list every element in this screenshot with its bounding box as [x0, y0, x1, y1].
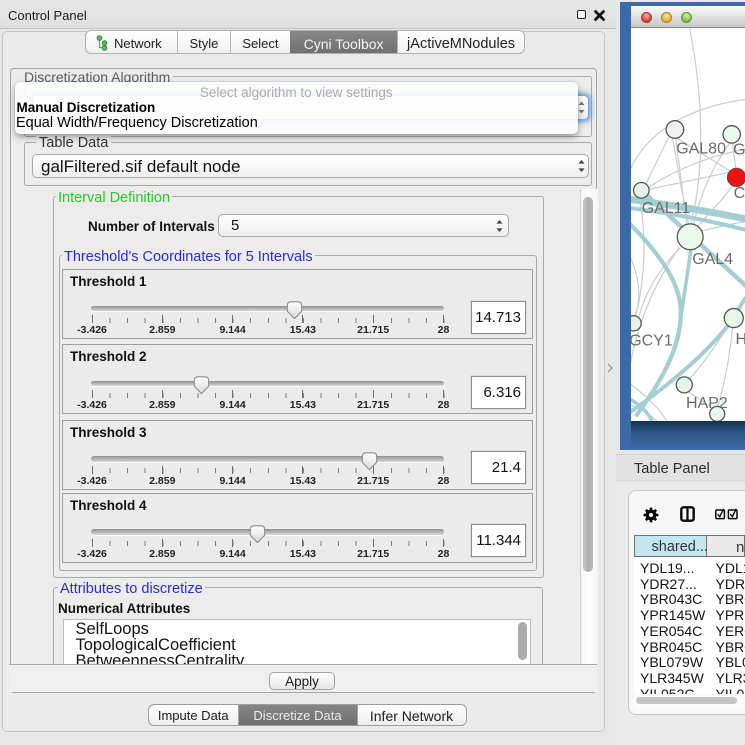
svg-text:GA: GA	[733, 141, 744, 158]
svg-text:H: H	[736, 330, 745, 347]
svg-text:GAL4: GAL4	[692, 250, 733, 267]
svg-text:GAL11: GAL11	[642, 199, 691, 216]
svg-text:GCY1: GCY1	[631, 332, 673, 349]
svg-text:HAP2: HAP2	[686, 394, 728, 411]
svg-text:C: C	[734, 184, 745, 201]
svg-text:GAL80: GAL80	[676, 140, 726, 157]
